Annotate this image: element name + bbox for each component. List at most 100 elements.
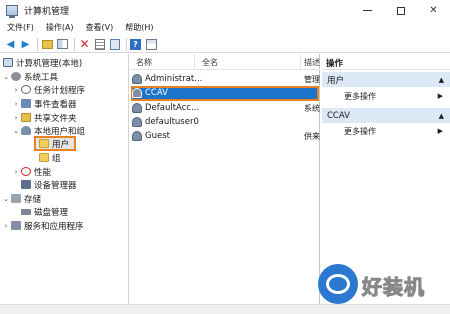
actions-group-label: CCAV <box>327 110 350 121</box>
tree-item-disk-management[interactable]: 磁盘管理 <box>20 205 68 218</box>
view-button[interactable] <box>145 38 158 51</box>
user-icon <box>132 117 142 127</box>
toolbar: ◀ ▶ ✕ ? <box>0 36 450 53</box>
user-icon <box>132 74 142 84</box>
tree-item-label: 组 <box>52 153 61 164</box>
disk-icon <box>21 208 31 215</box>
column-description[interactable]: 描述 <box>304 57 320 68</box>
folder-icon <box>39 153 49 162</box>
computer-management-icon <box>3 58 13 67</box>
forward-icon[interactable]: ▶ <box>19 38 32 51</box>
column-divider[interactable] <box>194 54 195 70</box>
actions-group-users[interactable]: 用户 ▲ <box>322 72 450 87</box>
collapse-up-icon[interactable]: ▲ <box>439 76 444 84</box>
chevron-down-icon[interactable]: ⌄ <box>12 127 20 135</box>
chevron-down-icon[interactable]: ⌄ <box>2 73 10 81</box>
toolbar-divider <box>74 37 75 51</box>
toolbar-divider <box>37 37 38 51</box>
more-actions-item[interactable]: 更多操作 ▶ <box>322 89 450 103</box>
list-row[interactable]: DefaultAcc... 系统 <box>130 101 320 115</box>
tree-item-system-tools[interactable]: ⌄ 系统工具 <box>2 70 58 83</box>
tools-icon <box>11 72 21 81</box>
services-icon <box>11 221 21 230</box>
actions-title: 操作 <box>322 54 450 70</box>
tree-item-users[interactable]: 用户 <box>38 137 69 150</box>
folder-icon <box>42 39 53 49</box>
tree-item-label: 共享文件夹 <box>34 113 77 124</box>
title-bar: 计算机管理 ✕ <box>0 0 450 21</box>
submenu-arrow-icon: ▶ <box>437 92 443 100</box>
actions-group-ccav[interactable]: CCAV ▲ <box>322 108 450 123</box>
up-folder-button[interactable] <box>41 38 54 51</box>
chevron-right-icon[interactable]: › <box>12 168 20 176</box>
column-divider[interactable] <box>300 54 301 70</box>
tree-item-label: 系统工具 <box>24 72 59 83</box>
menu-help[interactable]: 帮助(H) <box>119 21 159 35</box>
console-tree: 计算机管理(本地) ⌄ 系统工具 › 任务计划程序 › 事件查看器 › 共享文件… <box>0 54 129 304</box>
watermark: 好装机 <box>318 264 448 308</box>
tree-item-groups[interactable]: 组 <box>38 151 61 164</box>
user-name: DefaultAcc... <box>145 103 200 113</box>
watermark-logo-icon <box>318 264 358 304</box>
computer-management-icon <box>6 5 18 18</box>
user-name: Guest <box>145 131 170 141</box>
user-name: defaultuser0 <box>145 117 199 127</box>
minimize-button[interactable] <box>351 0 384 21</box>
show-hide-tree-button[interactable] <box>56 38 69 51</box>
back-icon[interactable]: ◀ <box>4 38 17 51</box>
chevron-right-icon[interactable]: › <box>12 86 20 94</box>
folder-icon <box>39 139 49 148</box>
column-name[interactable]: 名称 <box>136 57 152 68</box>
view-icon <box>146 38 157 50</box>
list-row-selected[interactable]: CCAV <box>130 86 320 100</box>
performance-icon <box>21 167 31 176</box>
list-row[interactable]: defaultuser0 <box>130 115 320 129</box>
user-icon <box>132 88 142 98</box>
tree-item-storage[interactable]: ⌄ 存储 <box>2 192 41 205</box>
user-description: 供来 <box>304 131 320 141</box>
maximize-button[interactable] <box>384 0 417 21</box>
tree-item-label: 存储 <box>24 194 42 205</box>
user-icon <box>132 131 142 141</box>
more-actions-item[interactable]: 更多操作 ▶ <box>322 124 450 138</box>
watermark-text: 好装机 <box>362 275 425 300</box>
event-viewer-icon <box>21 99 31 108</box>
help-icon: ? <box>130 38 141 50</box>
tree-item-label: 设备管理器 <box>34 180 77 191</box>
tree-item-label: 用户 <box>52 139 70 150</box>
list-row[interactable]: Administrat... 管理 <box>130 72 320 86</box>
menu-view[interactable]: 查看(V) <box>80 21 120 35</box>
tree-item-services-apps[interactable]: › 服务和应用程序 <box>2 219 84 232</box>
chevron-right-icon[interactable]: › <box>12 114 20 122</box>
device-manager-icon <box>21 180 31 189</box>
more-actions-label: 更多操作 <box>344 126 376 136</box>
close-button[interactable]: ✕ <box>417 0 450 21</box>
tree-item-event-viewer[interactable]: › 事件查看器 <box>12 97 77 110</box>
chevron-down-icon[interactable]: ⌄ <box>2 195 10 203</box>
tree-item-label: 服务和应用程序 <box>24 221 84 232</box>
menu-action[interactable]: 操作(A) <box>40 21 80 35</box>
console-tree-icon <box>57 39 68 49</box>
properties-button[interactable] <box>93 38 106 51</box>
submenu-arrow-icon: ▶ <box>437 127 443 135</box>
export-list-button[interactable] <box>108 38 121 51</box>
users-icon <box>21 126 31 135</box>
list-row[interactable]: Guest 供来 <box>130 129 320 143</box>
column-full-name[interactable]: 全名 <box>202 57 218 68</box>
tree-item-root[interactable]: 计算机管理(本地) <box>2 56 82 69</box>
storage-icon <box>11 194 21 203</box>
tree-item-task-scheduler[interactable]: › 任务计划程序 <box>12 83 85 96</box>
tree-item-shared-folders[interactable]: › 共享文件夹 <box>12 111 77 124</box>
chevron-right-icon[interactable]: › <box>2 222 10 230</box>
tree-item-label: 本地用户和组 <box>34 126 86 137</box>
properties-icon <box>94 38 105 50</box>
user-name: CCAV <box>145 88 168 98</box>
tree-item-performance[interactable]: › 性能 <box>12 165 51 178</box>
collapse-up-icon[interactable]: ▲ <box>439 112 444 120</box>
chevron-right-icon[interactable]: › <box>12 100 20 108</box>
delete-icon[interactable]: ✕ <box>78 37 91 51</box>
help-button[interactable]: ? <box>130 38 143 51</box>
menu-file[interactable]: 文件(F) <box>0 21 40 35</box>
shared-folder-icon <box>21 113 31 122</box>
tree-item-device-manager[interactable]: 设备管理器 <box>20 178 77 191</box>
